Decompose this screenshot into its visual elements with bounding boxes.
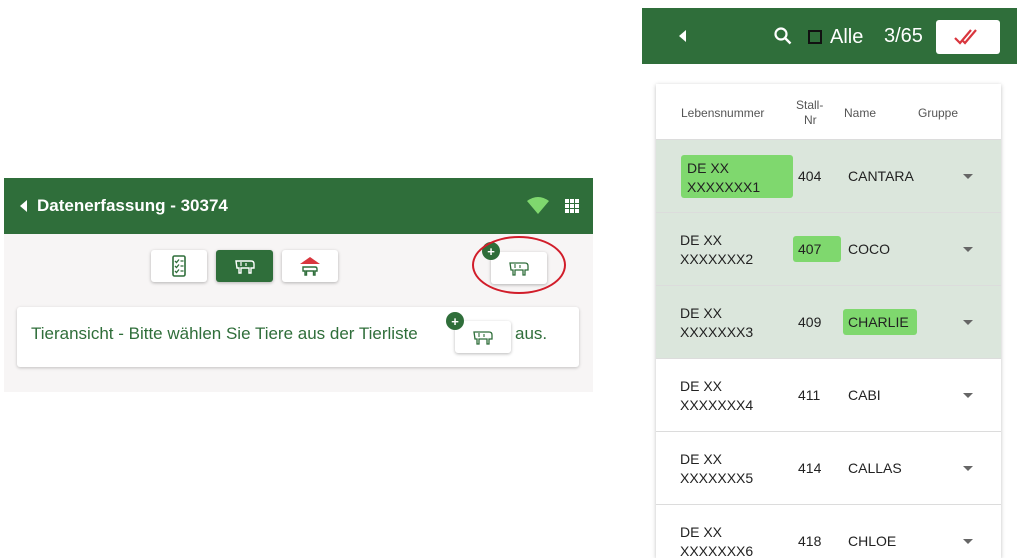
column-header-lebensnummer[interactable]: Lebensnummer [681,106,764,120]
confirm-selection-button[interactable] [936,20,1000,54]
group-dropdown-icon[interactable] [963,466,973,471]
back-arrow-icon[interactable] [679,30,686,42]
table-row[interactable]: DE XX XXXXXXX6 418 CHLOE [656,505,1001,558]
stall-nr-cell: 407 [793,236,841,262]
lebensnummer-cell: DE XX XXXXXXX2 [680,232,754,267]
animal-view-button[interactable] [216,250,273,282]
back-arrow-icon[interactable] [20,200,27,212]
stall-nr-cell: 411 [798,387,821,403]
column-header-stall-nr-line1[interactable]: Stall- [796,98,823,112]
cow-icon [473,331,493,345]
table-row[interactable]: DE XX XXXXXXX4 411 CABI [656,359,1001,432]
stall-nr-cell: 418 [798,533,822,549]
lebensnummer-cell: DE XX XXXXXXX5 [680,451,754,486]
table-row[interactable]: DE XX XXXXXXX3 409 CHARLIE [656,286,1001,359]
annotation-red-circle [472,236,566,294]
lebensnummer-cell: DE XX XXXXXXX1 [681,155,793,198]
info-text-suffix: aus. [515,324,548,343]
search-icon[interactable] [773,26,793,46]
stall-nr-cell: 404 [798,168,822,184]
name-cell: COCO [848,241,890,257]
group-dropdown-icon[interactable] [963,539,973,544]
apps-grid-icon[interactable] [565,199,579,213]
select-all-checkbox[interactable] [808,30,822,44]
table-row[interactable]: DE XX XXXXXXX2 407 COCO [656,213,1001,286]
plus-badge-icon: + [446,312,464,330]
table-header: Lebensnummer Stall- Nr Name Gruppe [656,84,1001,140]
name-cell: CALLAS [848,460,902,476]
table-row[interactable]: DE XX XXXXXXX5 414 CALLAS [656,432,1001,505]
barn-button[interactable] [282,250,338,282]
animal-list-header: Alle 3/65 [642,8,1017,64]
name-cell: CABI [848,387,881,403]
group-dropdown-icon[interactable] [963,320,973,325]
checklist-icon [172,255,186,277]
lebensnummer-cell: DE XX XXXXXXX4 [680,378,754,413]
group-dropdown-icon[interactable] [963,174,973,179]
column-header-gruppe[interactable]: Gruppe [918,106,958,120]
select-all-label: Alle [830,26,864,48]
group-dropdown-icon[interactable] [963,247,973,252]
lebensnummer-cell: DE XX XXXXXXX6 [680,524,754,558]
wifi-icon [527,197,549,214]
name-cell: CHLOE [848,533,897,549]
table-row[interactable]: DE XX XXXXXXX1 404 CANTARA [656,140,1001,213]
double-check-icon [954,29,977,45]
barn-icon [300,257,320,276]
stall-nr-cell: 414 [798,460,822,476]
info-text: Tieransicht - Bitte wählen Sie Tiere aus… [31,324,418,343]
cow-icon [234,260,255,274]
lebensnummer-cell: DE XX XXXXXXX3 [680,305,754,340]
group-dropdown-icon[interactable] [963,393,973,398]
checklist-button[interactable] [151,250,207,282]
name-cell: CANTARA [848,168,914,184]
selection-count: 3/65 [884,25,923,47]
animal-table: Lebensnummer Stall- Nr Name Gruppe DE XX… [656,84,1001,558]
page-title: Datenerfassung - 30374 [37,196,228,215]
stall-nr-cell: 409 [798,314,822,330]
inline-add-animal-button [455,321,511,353]
name-cell: CHARLIE [843,309,917,335]
column-header-name[interactable]: Name [844,106,876,120]
column-header-stall-nr-line2[interactable]: Nr [804,113,817,127]
left-app-header: Datenerfassung - 30374 [4,178,593,234]
